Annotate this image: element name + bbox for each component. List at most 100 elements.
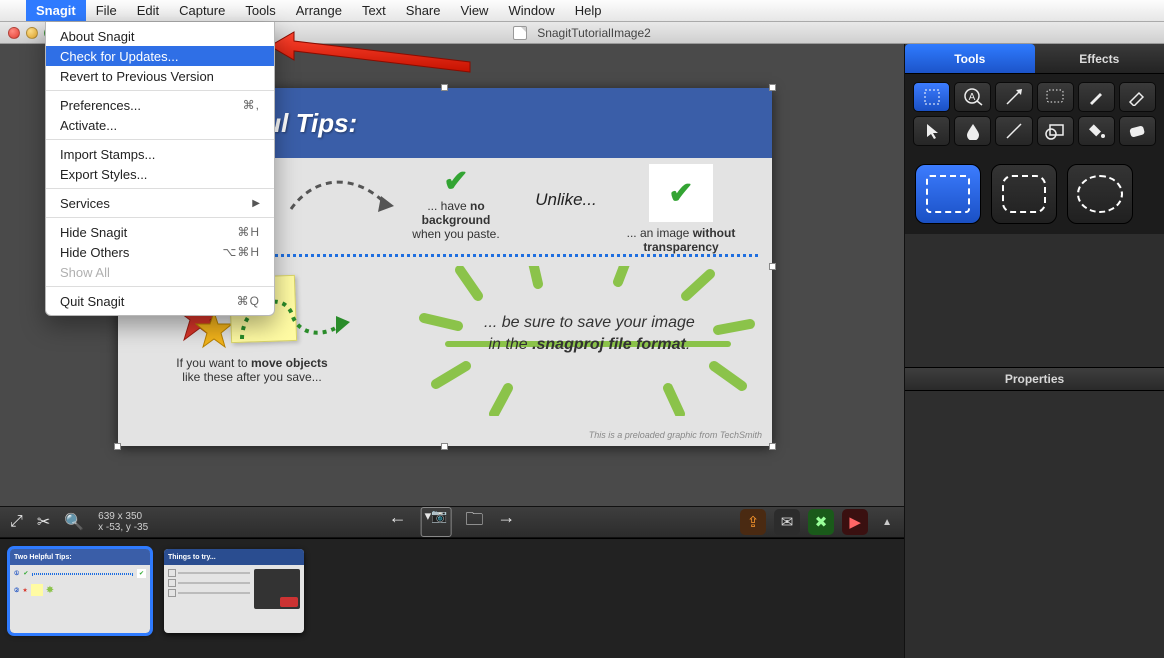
- tool-arrow[interactable]: [995, 82, 1032, 112]
- checkmark-icon: ✔: [668, 176, 693, 211]
- properties-header[interactable]: Properties: [905, 367, 1164, 391]
- menu-shortcut: ⌘,: [243, 98, 260, 112]
- thumbnail-item[interactable]: Things to try...: [164, 549, 304, 633]
- menu-label: Quit Snagit: [60, 294, 124, 309]
- tab-tools[interactable]: Tools: [905, 44, 1035, 73]
- menu-shortcut: ⌘H: [237, 225, 260, 239]
- crop-tool-icon[interactable]: ✂: [37, 512, 50, 532]
- library-button[interactable]: 🗀: [465, 507, 483, 537]
- menu-show-all: Show All: [46, 262, 274, 282]
- panel-tabs: Tools Effects: [905, 44, 1164, 74]
- menu-activate[interactable]: Activate...: [46, 115, 274, 135]
- tip2-text: like these after you save...: [142, 370, 362, 384]
- menubar-item-snagit[interactable]: Snagit: [26, 0, 86, 21]
- menu-label: Hide Snagit: [60, 225, 127, 240]
- menu-label: Hide Others: [60, 245, 129, 260]
- right-panel: Tools Effects A Properties: [904, 44, 1164, 658]
- menu-hide-others[interactable]: Hide Others ⌥⌘H: [46, 242, 274, 262]
- menubar-item-view[interactable]: View: [451, 0, 499, 21]
- tool-grid: A: [905, 74, 1164, 154]
- shape-preset-rect[interactable]: [915, 164, 981, 224]
- tip1-text: ... have: [427, 199, 470, 213]
- submenu-arrow-icon: ▶: [252, 198, 260, 209]
- document-icon: [513, 26, 527, 40]
- menu-services[interactable]: Services ▶: [46, 193, 274, 213]
- checkmark-icon: ✔: [396, 164, 516, 199]
- tool-shape[interactable]: [1037, 116, 1074, 146]
- tool-fill[interactable]: [1078, 116, 1115, 146]
- star-icon: [194, 310, 234, 350]
- opaque-sample: ✔: [649, 164, 713, 222]
- menubar-item-window[interactable]: Window: [498, 0, 564, 21]
- tool-erase[interactable]: [1119, 116, 1156, 146]
- dashed-arrow-icon: [286, 164, 396, 224]
- share-youtube-icon[interactable]: ▶: [842, 509, 868, 535]
- menu-label: Check for Updates...: [60, 49, 179, 64]
- menubar-item-file[interactable]: File: [86, 0, 127, 21]
- tip1-text: ... an image: [627, 226, 693, 240]
- menu-hide-snagit[interactable]: Hide Snagit ⌘H: [46, 222, 274, 242]
- resize-handle[interactable]: [769, 84, 776, 91]
- menu-check-for-updates[interactable]: Check for Updates...: [46, 46, 274, 66]
- tip2-right-text: ... be sure to save your image in the .s…: [484, 312, 695, 355]
- menu-label: Import Stamps...: [60, 147, 155, 162]
- menu-label: Activate...: [60, 118, 117, 133]
- menu-import-stamps[interactable]: Import Stamps...: [46, 144, 274, 164]
- tip1-text: without: [693, 226, 736, 240]
- share-mail-icon[interactable]: ✉: [774, 509, 800, 535]
- tool-highlighter[interactable]: [1119, 82, 1156, 112]
- menu-label: Export Styles...: [60, 167, 147, 182]
- menu-label: Show All: [60, 265, 110, 280]
- window-title: SnagitTutorialImage2: [537, 26, 651, 40]
- thumbnail-tray: Two Helpful Tips: ①✔✔ ②★✸ Things to try.…: [0, 538, 904, 658]
- status-size: 639 x 350: [98, 511, 148, 522]
- thumbnail-title: Two Helpful Tips:: [10, 549, 150, 565]
- tool-line[interactable]: [995, 116, 1032, 146]
- next-button[interactable]: →: [497, 507, 515, 537]
- resize-handle[interactable]: [441, 84, 448, 91]
- menu-label: Services: [60, 196, 110, 211]
- menubar-item-share[interactable]: Share: [396, 0, 451, 21]
- menu-about-snagit[interactable]: About Snagit: [46, 26, 274, 46]
- status-coords: x -53, y -35: [98, 522, 148, 533]
- share-screencast-icon[interactable]: ✖: [808, 509, 834, 535]
- shape-preset-ellipse[interactable]: [1067, 164, 1133, 224]
- tip1-text: when you paste.: [396, 227, 516, 241]
- menubar-item-tools[interactable]: Tools: [235, 0, 285, 21]
- thumbnail-title: Things to try...: [164, 549, 304, 565]
- menubar-item-arrange[interactable]: Arrange: [286, 0, 352, 21]
- tool-cursor[interactable]: [913, 116, 950, 146]
- menubar-item-help[interactable]: Help: [565, 0, 612, 21]
- shape-preset-roundrect[interactable]: [991, 164, 1057, 224]
- menu-label: Preferences...: [60, 98, 141, 113]
- menubar-item-capture[interactable]: Capture: [169, 0, 235, 21]
- thumbnail-item[interactable]: Two Helpful Tips: ①✔✔ ②★✸: [10, 549, 150, 633]
- tool-callout[interactable]: A: [954, 82, 991, 112]
- share-ftp-icon[interactable]: ⇪: [740, 509, 766, 535]
- tray-toggle-icon[interactable]: ▲: [882, 517, 892, 528]
- snagit-menu-dropdown: About Snagit Check for Updates... Revert…: [45, 22, 275, 316]
- tip1-text: transparency: [643, 240, 718, 254]
- zoom-tool-icon[interactable]: 🔍: [64, 512, 84, 532]
- menu-label: Revert to Previous Version: [60, 69, 214, 84]
- menu-revert-previous[interactable]: Revert to Previous Version: [46, 66, 274, 86]
- menu-preferences[interactable]: Preferences... ⌘,: [46, 95, 274, 115]
- menu-quit-snagit[interactable]: Quit Snagit⌘Q: [46, 291, 274, 311]
- tab-effects[interactable]: Effects: [1035, 44, 1164, 73]
- mac-menubar: Snagit File Edit Capture Tools Arrange T…: [0, 0, 1164, 22]
- status-bar: ⤢ ✂ 🔍 639 x 350 x -53, y -35 ← ▾📷 🗀 → ⇪ …: [0, 506, 904, 538]
- tool-selection[interactable]: [913, 82, 950, 112]
- canvas-footer-note: This is a preloaded graphic from TechSmi…: [589, 430, 762, 440]
- tool-blur[interactable]: [954, 116, 991, 146]
- resize-tool-icon[interactable]: ⤢: [10, 513, 23, 531]
- prev-button[interactable]: ←: [389, 507, 407, 537]
- tool-stamp[interactable]: [1037, 82, 1074, 112]
- menu-export-styles[interactable]: Export Styles...: [46, 164, 274, 184]
- capture-button[interactable]: ▾📷: [421, 507, 452, 537]
- shape-preset-row: [905, 154, 1164, 234]
- svg-text:A: A: [968, 92, 975, 103]
- tool-pen[interactable]: [1078, 82, 1115, 112]
- menubar-item-edit[interactable]: Edit: [127, 0, 169, 21]
- menubar-item-text[interactable]: Text: [352, 0, 396, 21]
- menu-shortcut: ⌥⌘H: [223, 245, 261, 259]
